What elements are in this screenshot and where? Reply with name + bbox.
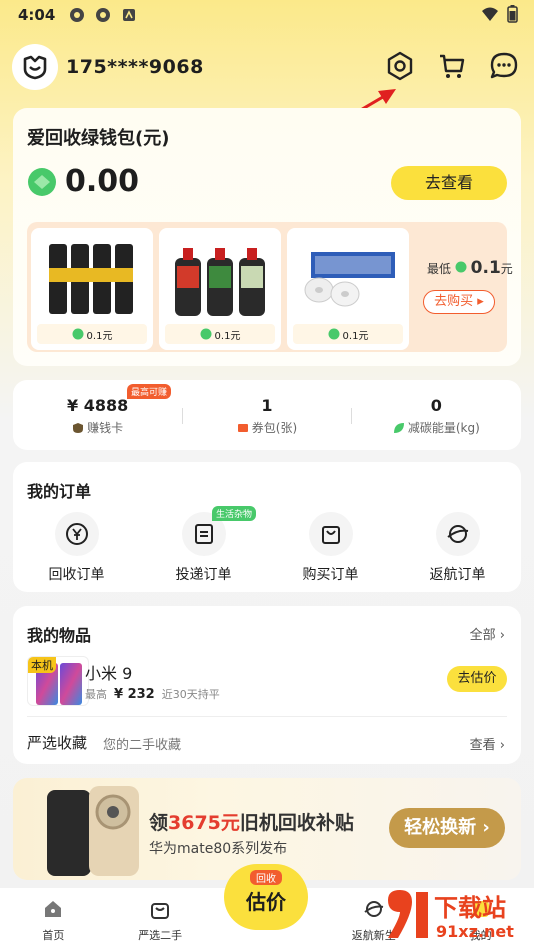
status-time: 4:04	[18, 6, 56, 24]
tab-home[interactable]: 首页	[0, 888, 107, 950]
watermark-text: 下载站	[434, 894, 506, 922]
watermark-url: 91xz.net	[436, 922, 514, 941]
product-card[interactable]: 0.1元	[287, 228, 409, 350]
carbon-value: 0	[430, 396, 442, 415]
settings-icon[interactable]	[384, 50, 416, 82]
divider	[27, 716, 507, 717]
brand-logo-icon	[23, 55, 47, 80]
wallet-amount: 0.00	[65, 164, 140, 199]
earn-badge: 最高可赚	[127, 384, 172, 399]
buy-button[interactable]: 去购买 ▸	[423, 290, 495, 314]
earn-label: 赚钱卡	[87, 421, 124, 435]
orders-card: 我的订单 回收订单 生活杂物 投递订单 购买订单 返航订单	[13, 462, 521, 592]
product-image	[175, 248, 265, 316]
banner-title: 领3675元旧机回收补贴	[149, 812, 354, 834]
device-name: 小米 9	[85, 664, 133, 683]
notification-icon	[96, 8, 111, 22]
green-coin-icon	[28, 167, 56, 196]
this-device-tag: 本机	[28, 657, 56, 673]
estimate-label: 估价	[246, 890, 286, 914]
wallet-balance: 0.00	[27, 164, 139, 199]
wallet-title: 爱回收绿钱包(元)	[27, 128, 170, 149]
header: 175****9068	[12, 44, 522, 90]
lowest-price: 最低 0.1元	[427, 258, 513, 278]
banner-subtitle: 华为mate80系列发布	[149, 841, 288, 857]
product-image	[49, 244, 133, 314]
view-wallet-button[interactable]: 去查看	[391, 166, 507, 200]
bag-icon	[321, 526, 340, 544]
product-price: 0.1元	[165, 324, 275, 344]
device-thumbnail[interactable]: 本机	[27, 656, 89, 706]
cart-icon[interactable]	[436, 50, 468, 82]
orders-title: 我的订单	[27, 482, 92, 501]
product-strip: 0.1元 0.1元 0.1元 最低 0.1元 去购买 ▸	[27, 222, 513, 352]
tab-secondhand[interactable]: 严选二手	[107, 888, 214, 950]
green-coin-icon	[455, 261, 467, 273]
message-icon[interactable]	[488, 50, 520, 82]
purchase-orders[interactable]: 购买订单	[267, 512, 394, 584]
sundries-badge: 生活杂物	[212, 506, 257, 521]
product-card[interactable]: 0.1元	[159, 228, 281, 350]
planet-icon	[446, 525, 468, 543]
shopping-bag-icon	[151, 903, 170, 919]
watermark: 下载站 91xz.net	[382, 888, 530, 946]
battery-icon	[507, 5, 518, 23]
stats-card: 最高可赚 ¥ 4888 赚钱卡 1 券包(张) 0 减碳能量(kg)	[13, 380, 521, 450]
home-icon	[45, 901, 62, 917]
estimate-center-button[interactable]: 回收 估价	[224, 864, 308, 930]
coupon-stat[interactable]: 1 券包(张)	[182, 380, 351, 450]
app-notification-icon	[123, 9, 136, 21]
avatar[interactable]	[12, 44, 58, 90]
box-icon	[194, 524, 213, 544]
green-coin-icon	[200, 328, 212, 340]
wifi-icon	[482, 7, 498, 21]
yuan-icon	[65, 523, 88, 545]
notification-icon	[70, 8, 85, 22]
status-bar: 4:04	[0, 0, 534, 30]
device-price: 最高 ¥ 232 近30天持平	[85, 687, 220, 702]
coupon-value: 1	[261, 396, 273, 415]
carbon-stat[interactable]: 0 减碳能量(kg)	[352, 380, 521, 450]
leaf-icon	[393, 422, 404, 433]
recycle-orders[interactable]: 回收订单	[13, 512, 140, 584]
product-card[interactable]: 0.1元	[31, 228, 153, 350]
phone-promo-image	[47, 786, 139, 876]
product-price: 0.1元	[293, 324, 403, 344]
earn-card-stat[interactable]: 最高可赚 ¥ 4888 赚钱卡	[13, 380, 182, 450]
estimate-button[interactable]: 去估价	[447, 666, 507, 692]
favorites-label[interactable]: 严选收藏	[27, 732, 87, 753]
product-image	[304, 252, 395, 307]
trade-in-button[interactable]: 轻松换新 ›	[389, 808, 505, 848]
green-coin-icon	[328, 328, 340, 340]
product-price: 0.1元	[37, 324, 147, 344]
coupon-icon	[237, 423, 248, 432]
favorites-subtitle: 您的二手收藏	[103, 738, 182, 753]
all-items-link[interactable]: 全部 ›	[470, 624, 505, 643]
recycle-tag: 回收	[250, 870, 282, 885]
coupon-label: 券包(张)	[251, 421, 298, 435]
view-favorites-link[interactable]: 查看 ›	[470, 734, 505, 753]
return-orders[interactable]: 返航订单	[394, 512, 521, 584]
wallet-card: 爱回收绿钱包(元) 0.00 去查看 0.1元 0.1元 0.1元 最低 0.1…	[13, 108, 521, 366]
delivery-orders[interactable]: 生活杂物 投递订单	[140, 506, 267, 584]
user-phone: 175****9068	[66, 56, 204, 78]
my-items-card: 我的物品 全部 › 本机 小米 9 最高 ¥ 232 近30天持平 去估价 严选…	[13, 606, 521, 764]
carbon-label: 减碳能量(kg)	[407, 421, 480, 435]
items-title: 我的物品	[27, 626, 92, 645]
earn-card-icon	[73, 422, 84, 433]
green-coin-icon	[72, 328, 84, 340]
